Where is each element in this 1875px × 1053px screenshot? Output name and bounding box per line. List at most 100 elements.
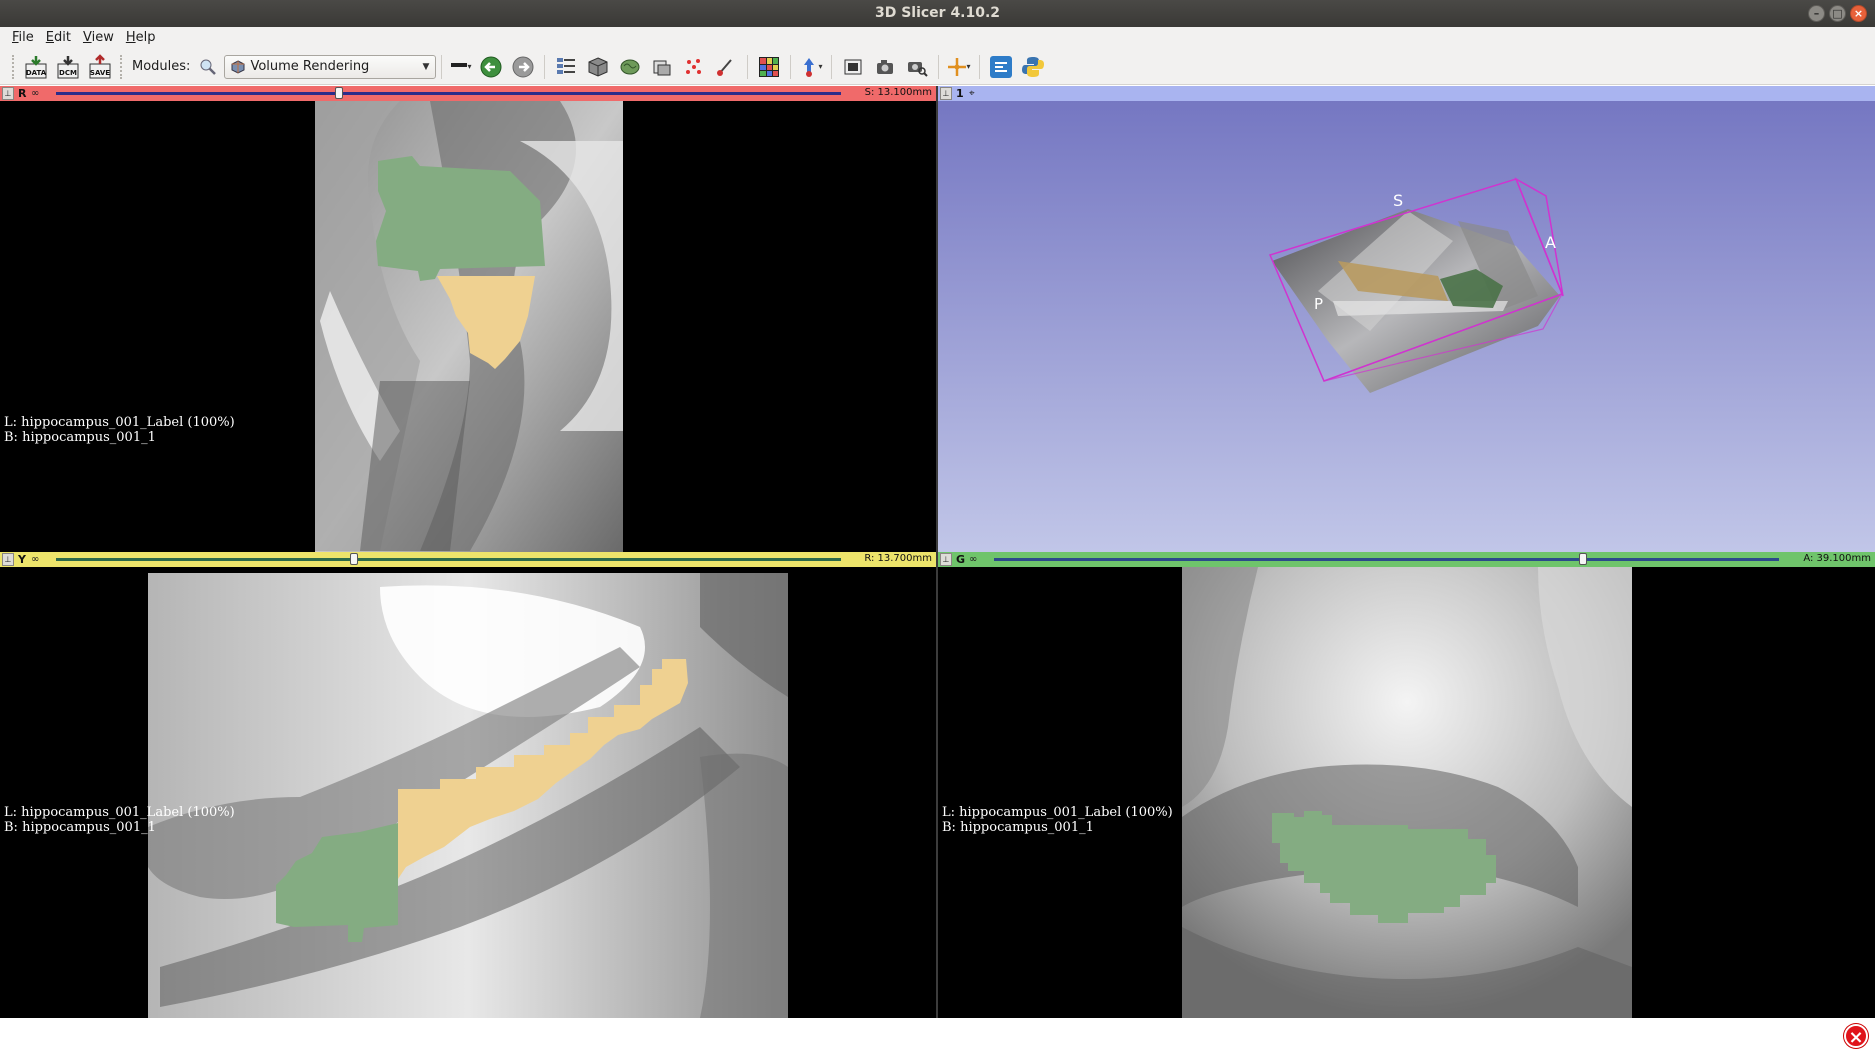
- data-icon-text: DATA: [26, 69, 47, 77]
- module-selector-value: Volume Rendering: [250, 59, 370, 74]
- menu-view-label: iew: [91, 30, 114, 45]
- forward-arrow-icon: [512, 56, 534, 77]
- link-icon[interactable]: ∞: [31, 88, 43, 100]
- menu-view[interactable]: View: [77, 27, 120, 49]
- editor-module-button[interactable]: [711, 52, 741, 82]
- minimize-button[interactable]: –: [1808, 5, 1825, 22]
- save-icon: SAVE: [89, 53, 111, 78]
- screenshot-button[interactable]: [838, 52, 868, 82]
- toolbar-separator: [938, 54, 940, 79]
- orientation-marker-s: S: [1393, 191, 1403, 210]
- green-view-label: G: [956, 553, 966, 566]
- link-icon[interactable]: ∞: [969, 554, 981, 566]
- save-button[interactable]: SAVE: [85, 52, 115, 82]
- yellow-slice-view[interactable]: L: hippocampus_001_Label (100%) B: hippo…: [0, 567, 936, 1018]
- orientation-marker-p: P: [1314, 295, 1323, 313]
- chevron-down-icon[interactable]: ▾: [818, 62, 822, 71]
- menu-edit[interactable]: Edit: [40, 27, 77, 49]
- module-search-button[interactable]: [197, 52, 219, 82]
- green-slice-slider[interactable]: [994, 553, 1779, 565]
- menu-bar: File Edit View Help: [0, 27, 1875, 49]
- window-controls: – □ ×: [1808, 5, 1867, 22]
- chevron-down-icon[interactable]: ▾: [966, 62, 970, 71]
- menu-view-mnemonic: V: [82, 30, 92, 45]
- toolbar-separator: [544, 54, 546, 79]
- green-label-layer-text: L: hippocampus_001_Label (100%): [942, 805, 1173, 820]
- yellow-slider-handle[interactable]: [350, 553, 359, 565]
- load-data-icon: DATA: [25, 55, 47, 78]
- python-console-button[interactable]: [1018, 52, 1048, 82]
- dcm-icon-text: DCM: [59, 69, 77, 77]
- menu-file[interactable]: File: [6, 27, 40, 49]
- dicom-icon: DCM: [57, 55, 79, 78]
- dicom-button[interactable]: DCM: [53, 52, 83, 82]
- maximize-button[interactable]: □: [1829, 5, 1846, 22]
- link-icon[interactable]: ∞: [31, 554, 43, 566]
- green-slice-offset: A: 39.100mm: [1803, 553, 1871, 564]
- red-slice-view[interactable]: L: hippocampus_001_Label (100%) B: hippo…: [0, 101, 936, 552]
- previous-module-button[interactable]: [476, 52, 506, 82]
- red-slice-image: [315, 101, 623, 552]
- modules-label: Modules:: [132, 59, 191, 74]
- save-icon-text: SAVE: [90, 69, 110, 77]
- green-view-annotation: L: hippocampus_001_Label (100%) B: hippo…: [942, 805, 1173, 835]
- red-view-annotation: L: hippocampus_001_Label (100%) B: hippo…: [4, 415, 235, 445]
- toolbar-grip[interactable]: [12, 54, 16, 79]
- pointer-arrow-icon: [804, 57, 815, 77]
- capture-view-button[interactable]: [902, 52, 932, 82]
- toolbar-separator: [790, 54, 792, 79]
- red-label-layer-text: L: hippocampus_001_Label (100%): [4, 415, 235, 430]
- red-slider-handle[interactable]: [334, 87, 343, 99]
- camera-icon: [877, 59, 894, 74]
- menu-help[interactable]: Help: [120, 27, 162, 49]
- menu-help-label: elp: [135, 30, 156, 45]
- layout-button[interactable]: [754, 52, 784, 82]
- red-view-label: R: [18, 87, 27, 100]
- threed-render: S A P: [1268, 177, 1564, 393]
- extension-manager-button[interactable]: [986, 52, 1016, 82]
- yellow-slice-controller: ⊥ Y ∞ R: 13.700mm: [0, 552, 936, 567]
- next-module-button[interactable]: [508, 52, 538, 82]
- green-slice-view[interactable]: L: hippocampus_001_Label (100%) B: hippo…: [938, 567, 1875, 1018]
- green-background-layer-text: B: hippocampus_001_1: [942, 820, 1094, 835]
- toolbar-grip[interactable]: [120, 54, 124, 79]
- data-module-button[interactable]: [551, 52, 581, 82]
- error-log-icon[interactable]: ×: [1844, 1024, 1868, 1048]
- paint-brush-icon: [717, 58, 733, 76]
- pin-icon[interactable]: ⊥: [940, 87, 952, 100]
- green-slice-controller: ⊥ G ∞ A: 39.100mm: [938, 552, 1875, 567]
- python-icon: [1022, 56, 1045, 77]
- pin-icon[interactable]: ⊥: [2, 553, 14, 566]
- menu-help-mnemonic: H: [125, 30, 136, 45]
- pin-icon[interactable]: ⊥: [2, 87, 14, 100]
- models-module-button[interactable]: [615, 52, 645, 82]
- yellow-view-annotation: L: hippocampus_001_Label (100%) B: hippo…: [4, 805, 235, 835]
- volumes-module-button[interactable]: [583, 52, 613, 82]
- yellow-slice-slider[interactable]: [56, 553, 841, 565]
- toolbar-separator: [441, 54, 443, 79]
- markups-module-button[interactable]: [679, 52, 709, 82]
- screenshot-icon: [844, 59, 862, 74]
- center-view-icon[interactable]: ⌖: [969, 88, 981, 100]
- scene-views-button[interactable]: [870, 52, 900, 82]
- brain-model-icon: [620, 59, 640, 74]
- load-data-button[interactable]: DATA: [21, 52, 51, 82]
- red-slice-slider[interactable]: [56, 87, 841, 99]
- transforms-module-button[interactable]: [647, 52, 677, 82]
- crosshair-icon: [948, 57, 967, 76]
- threed-view[interactable]: S A P: [938, 101, 1875, 552]
- red-background-layer-text: B: hippocampus_001_1: [4, 430, 156, 445]
- red-slice-offset: S: 13.100mm: [864, 87, 932, 98]
- layout-grid-icon: [759, 56, 780, 77]
- toolbar-separator: [747, 54, 749, 79]
- chevron-down-icon: ▼: [422, 61, 430, 72]
- pin-icon[interactable]: ⊥: [940, 553, 952, 566]
- back-arrow-icon: [480, 56, 502, 77]
- yellow-background-layer-text: B: hippocampus_001_1: [4, 820, 156, 835]
- chevron-down-icon[interactable]: ▾: [467, 62, 471, 71]
- green-slider-handle[interactable]: [1578, 553, 1587, 565]
- close-window-button[interactable]: ×: [1850, 5, 1867, 22]
- window-title: 3D Slicer 4.10.2: [874, 5, 1001, 21]
- menu-edit-label: dit: [54, 30, 71, 45]
- module-selector[interactable]: Volume Rendering ▼: [224, 54, 437, 79]
